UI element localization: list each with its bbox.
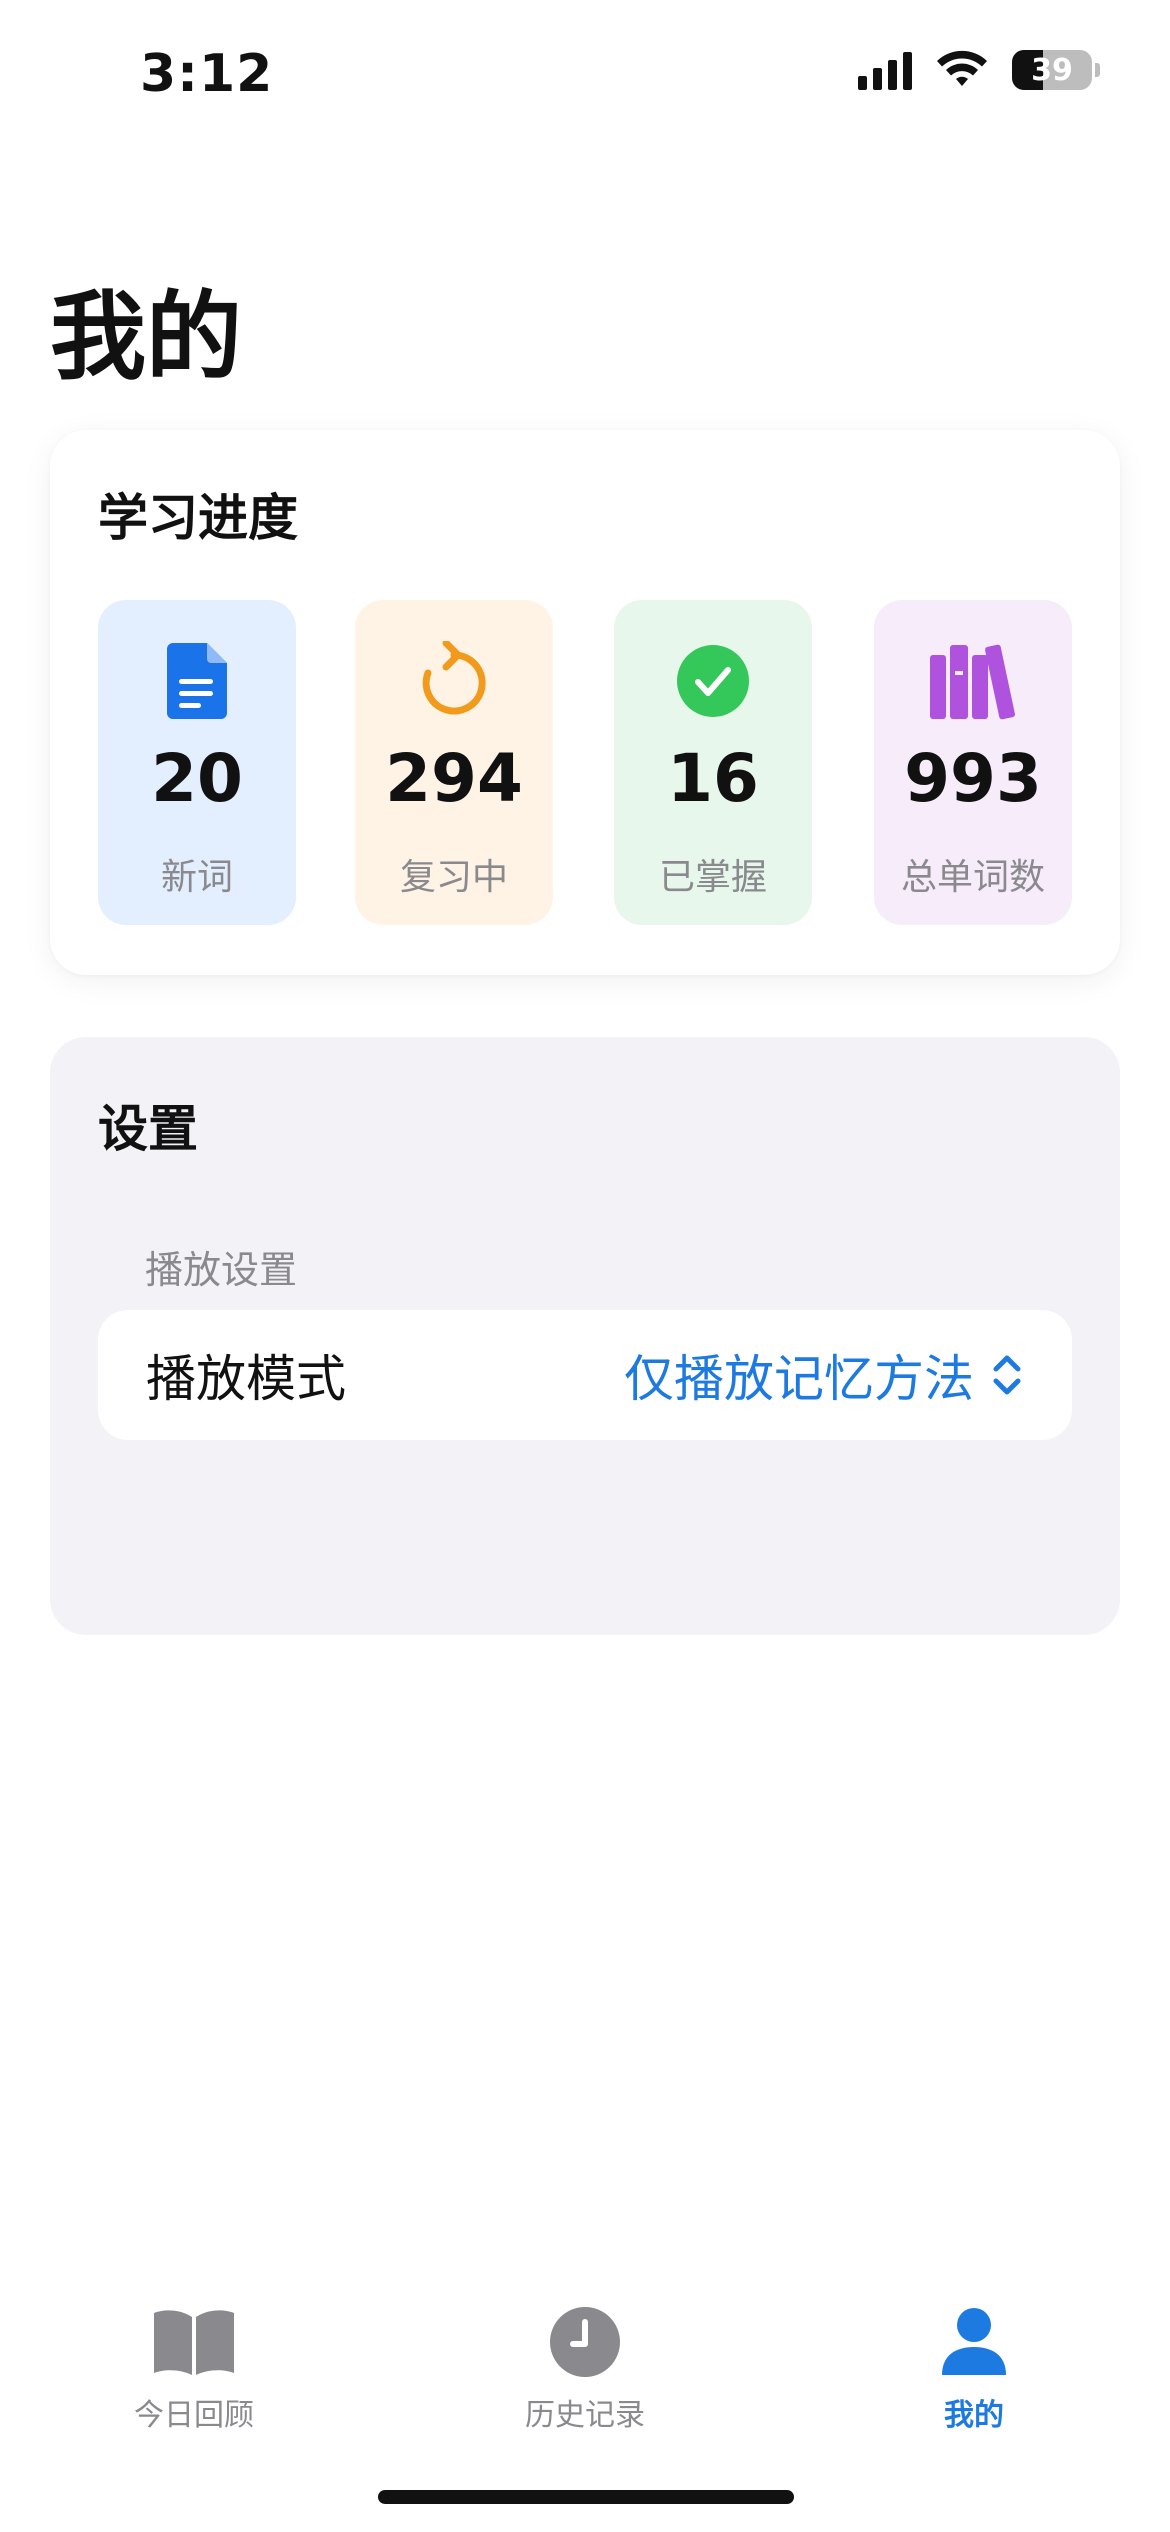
tab-history[interactable]: 历史记录 bbox=[455, 2290, 715, 2450]
cellular-signal-icon bbox=[858, 50, 912, 90]
stat-label: 复习中 bbox=[399, 857, 508, 898]
chevron-up-down-icon bbox=[993, 1355, 1021, 1395]
status-time: 3:12 bbox=[140, 44, 274, 104]
tab-bar: 今日回顾 历史记录 我的 bbox=[0, 2290, 1170, 2450]
tab-me[interactable]: 我的 bbox=[844, 2290, 1104, 2450]
tab-today-review[interactable]: 今日回顾 bbox=[64, 2290, 324, 2450]
page-title: 我的 bbox=[50, 281, 242, 393]
stat-label: 新词 bbox=[160, 857, 233, 898]
wifi-icon bbox=[937, 50, 987, 86]
status-bar: 3:12 39 bbox=[0, 0, 1170, 150]
books-icon bbox=[874, 638, 1072, 723]
checkmark-circle-icon bbox=[614, 638, 812, 723]
stat-value: 993 bbox=[904, 740, 1042, 817]
stat-label: 已掌握 bbox=[658, 857, 767, 898]
play-mode-picker[interactable]: 仅播放记忆方法 bbox=[624, 1310, 1022, 1440]
stat-value: 20 bbox=[151, 740, 243, 817]
play-mode-value: 仅播放记忆方法 bbox=[624, 1350, 974, 1408]
progress-card: 学习进度 20 新词 294 复习中 16 已掌握 993 总单词数 bbox=[50, 430, 1120, 975]
progress-title: 学习进度 bbox=[98, 489, 298, 547]
play-mode-row[interactable]: 播放模式 仅播放记忆方法 bbox=[98, 1310, 1072, 1440]
book-open-icon bbox=[64, 2302, 324, 2382]
settings-card: 设置 播放设置 播放模式 仅播放记忆方法 bbox=[50, 1037, 1120, 1635]
play-mode-label: 播放模式 bbox=[146, 1350, 346, 1408]
stat-tile-total-words: 993 总单词数 bbox=[874, 600, 1072, 925]
battery-tip bbox=[1095, 63, 1100, 77]
battery-icon: 39 bbox=[1012, 50, 1092, 90]
tab-label: 历史记录 bbox=[525, 2398, 645, 2433]
playback-section-label: 播放设置 bbox=[145, 1248, 298, 1292]
stat-label: 总单词数 bbox=[900, 857, 1045, 898]
stat-value: 294 bbox=[385, 740, 523, 817]
status-icons: 39 bbox=[858, 50, 1100, 90]
tab-label: 我的 bbox=[944, 2398, 1004, 2433]
stat-tile-reviewing: 294 复习中 bbox=[355, 600, 553, 925]
stat-value: 16 bbox=[667, 740, 759, 817]
clock-icon bbox=[455, 2302, 715, 2382]
tab-label: 今日回顾 bbox=[134, 2398, 254, 2433]
settings-title: 设置 bbox=[98, 1100, 198, 1158]
battery-level: 39 bbox=[1031, 52, 1073, 88]
stat-tile-mastered: 16 已掌握 bbox=[614, 600, 812, 925]
stat-tile-new-words: 20 新词 bbox=[98, 600, 296, 925]
document-icon bbox=[98, 638, 296, 723]
refresh-icon bbox=[355, 638, 553, 723]
person-icon bbox=[844, 2302, 1104, 2382]
home-indicator[interactable] bbox=[378, 2490, 794, 2504]
